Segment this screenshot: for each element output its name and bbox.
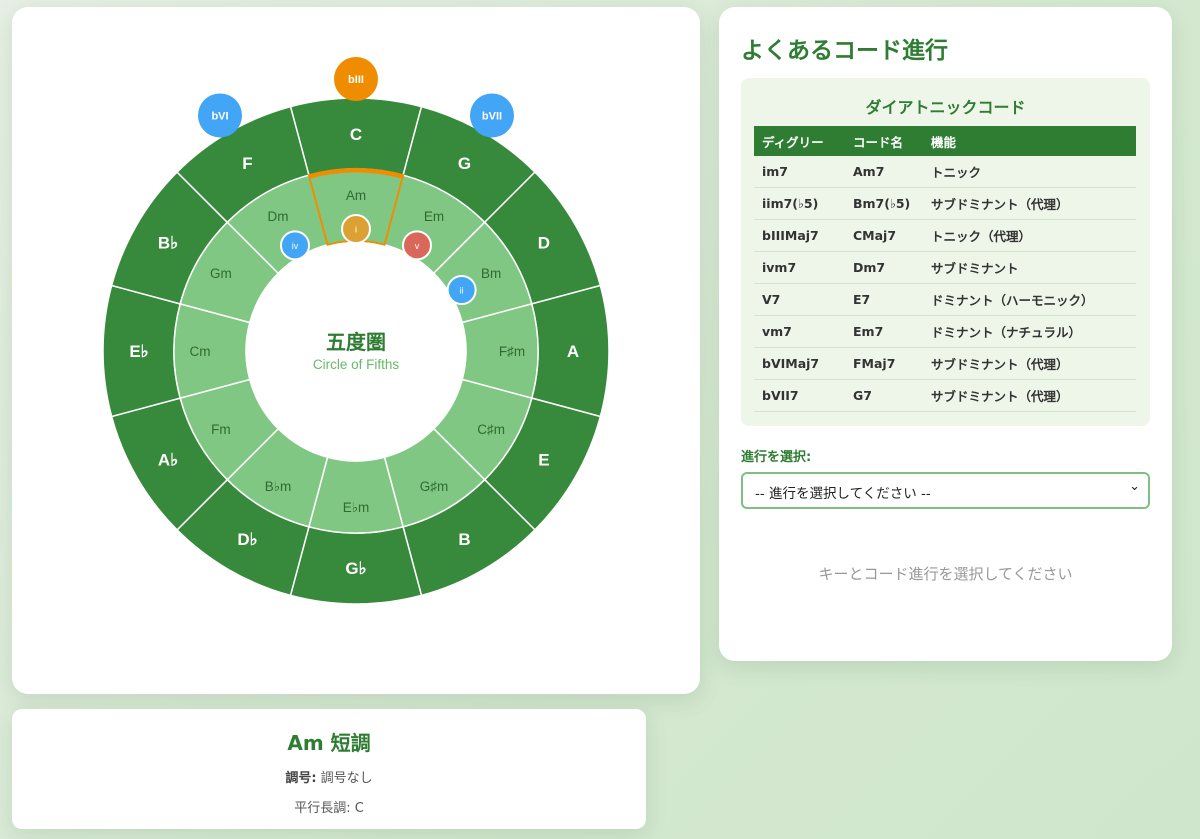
minor-key-label: F♯m (499, 344, 525, 359)
progression-select-value: -- 進行を選択してください -- (755, 486, 931, 502)
major-key-label: E♭ (129, 342, 148, 361)
diatonic-table: ディグリー コード名 機能 im7 Am7 トニック iim7(♭5) Bm7(♭5) サ… (754, 126, 1136, 412)
table-cell: Am7 (845, 156, 923, 188)
relative-key-label: 平行長調: (294, 801, 351, 816)
table-cell: トニック（代理） (923, 219, 1136, 252)
table-cell: bVII7 (754, 379, 845, 412)
minor-key-label: Fm (211, 422, 231, 437)
minor-key-label: G♯m (420, 479, 449, 494)
minor-key-label: Dm (268, 209, 289, 224)
key-title: Am 短調 (287, 731, 371, 755)
progression-select[interactable]: -- 進行を選択してください -- ⌄ (741, 472, 1150, 509)
table-row: V7 E7 ドミナント（ハーモニック） (754, 283, 1136, 316)
table-cell: bVIMaj7 (754, 347, 845, 380)
column-header: ディグリー (754, 126, 845, 156)
major-key-label: G (458, 154, 471, 173)
degree-marker-label: ii (460, 286, 464, 296)
table-row: bVIMaj7 FMaj7 サブドミナント（代理） (754, 347, 1136, 380)
table-row: im7 Am7 トニック (754, 156, 1136, 188)
chevron-down-icon: ⌄ (1129, 479, 1140, 494)
table-row: iim7(♭5) Bm7(♭5) サブドミナント（代理） (754, 187, 1136, 220)
table-row: bVII7 G7 サブドミナント（代理） (754, 379, 1136, 412)
relative-key-value: C (354, 801, 364, 816)
degree-marker-label: i (355, 225, 357, 235)
minor-key-label: E♭m (343, 500, 370, 515)
key-info-card: Am 短調 調号: 調号なし 平行長調: C (12, 709, 646, 829)
column-header: コード名 (845, 126, 923, 156)
major-key-label: B♭ (158, 234, 178, 253)
progression-placeholder: キーとコード進行を選択してください (818, 565, 1073, 583)
minor-key-label: Cm (190, 344, 211, 359)
table-cell: サブドミナント（代理） (923, 379, 1136, 412)
table-cell: FMaj7 (845, 347, 923, 380)
degree-marker-label: bVII (482, 110, 502, 122)
key-signature-label: 調号: (285, 771, 317, 786)
table-cell: Dm7 (845, 251, 923, 284)
table-cell: ドミナント（ハーモニック） (923, 283, 1136, 316)
table-cell: ドミナント（ナチュラル） (923, 315, 1136, 348)
minor-key-label: Bm (481, 266, 501, 281)
table-cell: vm7 (754, 315, 845, 348)
table-cell: V7 (754, 283, 845, 316)
progression-select-label: 進行を選択: (741, 450, 812, 465)
minor-key-label: Em (424, 209, 444, 224)
circle-of-fifths-wheel: C G D A E B G♭ D♭ A♭ E♭ B♭ F Am Em Bm F♯m C♯m G♯m E♭m B♭m Fm… (102, 57, 610, 605)
table-cell: im7 (754, 156, 845, 188)
degree-marker-label: iv (292, 241, 299, 251)
table-cell: Em7 (845, 315, 923, 348)
minor-key-label: B♭m (265, 479, 292, 494)
table-cell: G7 (845, 379, 923, 412)
center-title: 五度圏 (326, 330, 386, 354)
major-key-label: B (458, 530, 470, 549)
major-key-label: C (350, 125, 362, 144)
table-cell: bIIIMaj7 (754, 219, 845, 252)
table-row: ivm7 Dm7 サブドミナント (754, 251, 1136, 284)
major-key-label: E (538, 451, 549, 470)
table-cell: ivm7 (754, 251, 845, 284)
table-row: vm7 Em7 ドミナント（ナチュラル） (754, 315, 1136, 348)
column-header: 機能 (923, 126, 1136, 156)
minor-key-label: Am (346, 188, 366, 203)
major-key-label: A (567, 342, 579, 361)
diatonic-title: ダイアトニックコード (865, 98, 1026, 117)
table-cell: サブドミナント（代理） (923, 187, 1136, 220)
table-header-row: ディグリー コード名 機能 (754, 126, 1136, 156)
major-key-label: G♭ (345, 559, 366, 578)
table-cell: CMaj7 (845, 219, 923, 252)
minor-key-label: Gm (210, 266, 232, 281)
table-row: bIIIMaj7 CMaj7 トニック（代理） (754, 219, 1136, 252)
circle-of-fifths-card: C G D A E B G♭ D♭ A♭ E♭ B♭ F Am Em Bm F♯m C♯m G♯m E♭m B♭m Fm… (12, 7, 700, 694)
table-cell: トニック (923, 156, 1136, 188)
major-key-label: A♭ (158, 451, 178, 470)
major-key-label: D♭ (237, 530, 257, 549)
major-key-label: F (242, 154, 252, 173)
table-cell: iim7(♭5) (754, 187, 845, 220)
degree-marker-label: bIII (348, 74, 364, 86)
progression-panel: よくあるコード進行 ダイアトニックコード ディグリー コード名 機能 im7 Am… (719, 7, 1172, 661)
diatonic-chords-box: ダイアトニックコード ディグリー コード名 機能 im7 Am7 トニック iim7(… (741, 78, 1150, 426)
table-cell: サブドミナント（代理） (923, 347, 1136, 380)
minor-key-label: C♯m (477, 422, 505, 437)
table-cell: サブドミナント (923, 251, 1136, 284)
table-cell: E7 (845, 283, 923, 316)
center-subtitle: Circle of Fifths (313, 357, 400, 372)
key-signature-value: 調号なし (320, 771, 373, 786)
relative-key-line: 平行長調: C (12, 797, 646, 816)
table-cell: Bm7(♭5) (845, 187, 923, 220)
key-signature-line: 調号: 調号なし (12, 767, 646, 786)
degree-marker-label: v (415, 241, 420, 251)
panel-title: よくあるコード進行 (741, 38, 948, 64)
major-key-label: D (538, 234, 550, 253)
degree-marker-label: bVI (211, 110, 228, 122)
